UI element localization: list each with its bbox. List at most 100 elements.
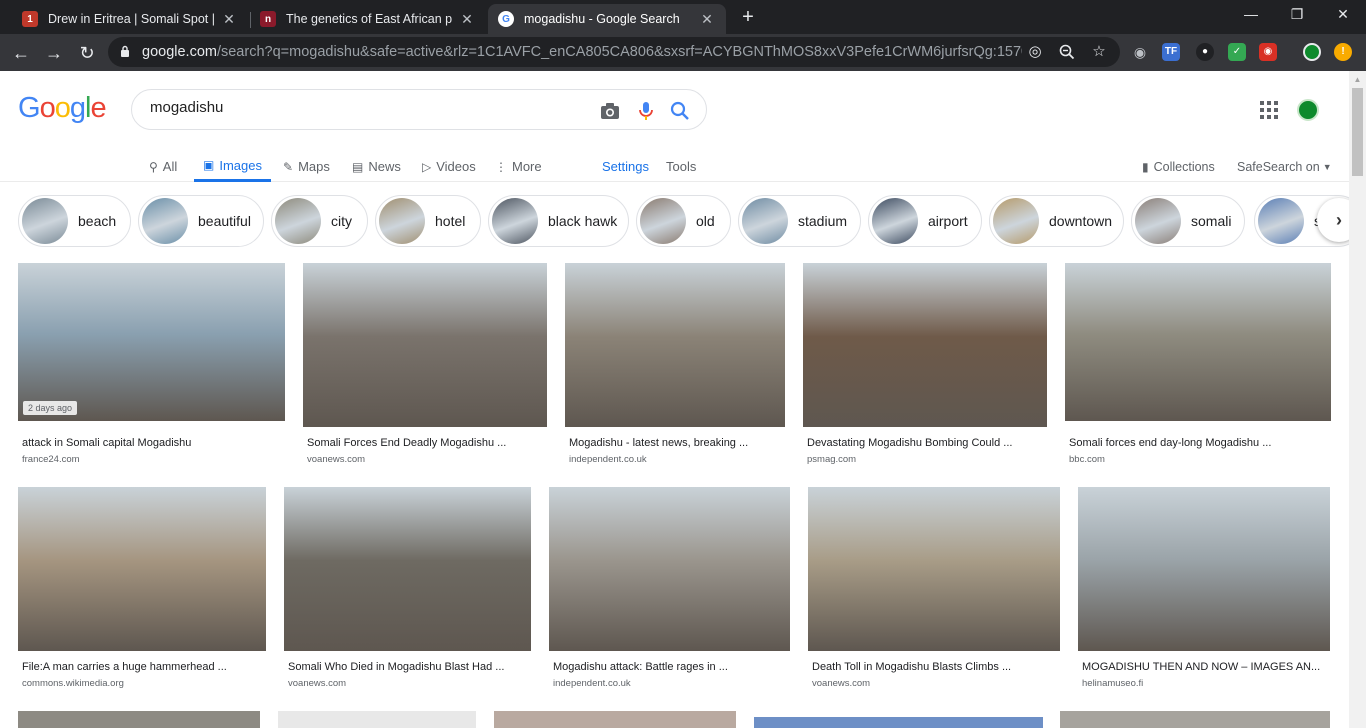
result-caption[interactable]: Mogadishu - latest news, breaking ... (569, 437, 781, 449)
result-thumbnail[interactable] (565, 263, 785, 427)
extension-ublock-icon[interactable]: ◉ (1259, 43, 1277, 61)
safesearch-label: SafeSearch on (1237, 159, 1320, 174)
search-icon[interactable] (669, 100, 691, 122)
chip-downtown[interactable]: downtown (989, 195, 1124, 247)
chip-beautiful[interactable]: beautiful (138, 195, 264, 247)
tab-favicon-icon: 1 (22, 11, 38, 27)
result-thumbnail[interactable] (18, 263, 285, 421)
back-arrow-icon[interactable]: ← (7, 39, 35, 67)
image-result[interactable]: 2 days ago attack in Somali capital Mogad… (18, 263, 285, 467)
result-thumbnail-partial[interactable] (18, 711, 260, 728)
result-caption[interactable]: Mogadishu attack: Battle rages in ... (553, 661, 786, 673)
chip-label: hotel (435, 213, 466, 229)
google-logo[interactable]: Google (18, 92, 107, 125)
collections-label: Collections (1153, 159, 1215, 174)
google-apps-icon[interactable] (1260, 101, 1278, 119)
tab-all[interactable]: ⚲ All (149, 151, 177, 182)
tab-images[interactable]: ▣ Images (194, 151, 271, 182)
tab-more[interactable]: ⋮ More (495, 151, 542, 182)
close-tab-icon[interactable]: ✕ (220, 11, 238, 28)
tab-maps[interactable]: ✎ Maps (283, 151, 330, 182)
result-thumbnail-partial[interactable] (278, 711, 476, 728)
profile-avatar-icon[interactable] (1303, 43, 1321, 61)
related-search-chips: beach beautiful city hotel black hawk old stad… (0, 195, 1366, 249)
close-window-button[interactable]: ✕ (1320, 0, 1366, 30)
result-thumbnail-partial[interactable] (494, 711, 736, 728)
minimize-window-button[interactable]: — (1228, 0, 1274, 30)
scroll-up-arrow-icon[interactable]: ▲ (1349, 71, 1366, 88)
result-caption[interactable]: File:A man carries a huge hammerhead ... (22, 661, 262, 673)
zoom-icon[interactable] (1058, 43, 1076, 61)
tab-tools[interactable]: Tools (666, 151, 696, 182)
result-thumbnail[interactable] (18, 487, 266, 651)
extension-bulb-icon[interactable]: ◉ (1131, 43, 1149, 61)
result-caption[interactable]: Somali Who Died in Mogadishu Blast Had .… (288, 661, 527, 673)
tab-settings[interactable]: Settings (602, 151, 649, 182)
tab-news[interactable]: ▤ News (352, 151, 401, 182)
location-target-icon[interactable]: ◎ (1026, 43, 1044, 61)
logo-letter: o (54, 92, 71, 124)
chip-beach[interactable]: beach (18, 195, 131, 247)
search-box[interactable] (131, 89, 707, 130)
chip-somali[interactable]: somali (1131, 195, 1245, 247)
safesearch-dropdown[interactable]: SafeSearch on ▼ (1237, 151, 1332, 182)
address-bar[interactable]: google.com/search?q=mogadishu&safe=activ… (108, 37, 1120, 67)
chip-old[interactable]: old (636, 195, 731, 247)
result-thumbnail[interactable] (303, 263, 547, 427)
scrollbar-thumb[interactable] (1352, 88, 1363, 176)
result-caption[interactable]: attack in Somali capital Mogadishu (22, 437, 281, 449)
result-thumbnail[interactable] (808, 487, 1060, 651)
result-caption[interactable]: Devastating Mogadishu Bombing Could ... (807, 437, 1043, 449)
reload-icon[interactable]: ↻ (73, 39, 101, 67)
logo-letter: o (39, 92, 56, 124)
image-result[interactable]: Death Toll in Mogadishu Blasts Climbs ..… (808, 487, 1060, 691)
chip-city[interactable]: city (271, 195, 368, 247)
result-thumbnail[interactable] (1078, 487, 1330, 651)
maximize-window-button[interactable]: ❐ (1274, 0, 1320, 30)
chip-black-hawk[interactable]: black hawk (488, 195, 629, 247)
result-caption[interactable]: MOGADISHU THEN AND NOW – IMAGES AN... (1082, 661, 1326, 673)
chip-stadium[interactable]: stadium (738, 195, 861, 247)
result-thumbnail[interactable] (284, 487, 531, 651)
image-result[interactable]: Devastating Mogadishu Bombing Could ... p… (803, 263, 1047, 467)
result-caption[interactable]: Somali Forces End Deadly Mogadishu ... (307, 437, 543, 449)
search-input[interactable] (150, 99, 590, 116)
tab-videos[interactable]: ▷ Videos (422, 151, 476, 182)
image-result[interactable]: Mogadishu attack: Battle rages in ... ind… (549, 487, 790, 691)
microphone-icon[interactable] (635, 100, 657, 122)
chip-airport[interactable]: airport (868, 195, 982, 247)
url-text[interactable]: google.com/search?q=mogadishu&safe=activ… (142, 44, 1022, 60)
camera-icon[interactable] (599, 100, 621, 122)
result-thumbnail[interactable] (549, 487, 790, 651)
extension-tf-icon[interactable]: TF (1162, 43, 1180, 61)
result-caption[interactable]: Somali forces end day-long Mogadishu ... (1069, 437, 1327, 449)
extension-camera-icon[interactable]: ● (1196, 43, 1214, 61)
chip-hotel[interactable]: hotel (375, 195, 481, 247)
collections-link[interactable]: ▮ Collections (1142, 151, 1215, 182)
image-result[interactable]: Somali forces end day-long Mogadishu ...… (1065, 263, 1331, 467)
close-tab-icon[interactable]: ✕ (458, 11, 476, 28)
browser-tab-genetics[interactable]: n The genetics of East African popu ✕ (250, 4, 486, 34)
tab-more-label: More (512, 159, 542, 174)
browser-tab-somali-spot[interactable]: 1 Drew in Eritrea | Somali Spot | For ✕ (12, 4, 248, 34)
extension-shield-icon[interactable]: ✓ (1228, 43, 1246, 61)
image-result[interactable]: File:A man carries a huge hammerhead ...… (18, 487, 266, 691)
new-tab-button[interactable]: + (737, 6, 759, 28)
result-thumbnail[interactable] (803, 263, 1047, 427)
search-type-tabs: ⚲ All ▣ Images ✎ Maps ▤ News ▷ Videos ⋮ More S… (0, 145, 1366, 182)
result-thumbnail[interactable] (1065, 263, 1331, 421)
image-result[interactable]: Somali Who Died in Mogadishu Blast Had .… (284, 487, 531, 691)
result-caption[interactable]: Death Toll in Mogadishu Blasts Climbs ..… (812, 661, 1056, 673)
update-alert-icon[interactable]: ! (1334, 43, 1352, 61)
image-result[interactable]: Mogadishu - latest news, breaking ... ind… (565, 263, 785, 467)
forward-arrow-icon[interactable]: → (40, 39, 68, 67)
bookmark-star-icon[interactable]: ☆ (1090, 43, 1108, 61)
browser-tab-google-search[interactable]: G mogadishu - Google Search ✕ (488, 4, 726, 34)
result-thumbnail-partial[interactable] (1060, 711, 1330, 728)
image-result[interactable]: Somali Forces End Deadly Mogadishu ... vo… (303, 263, 547, 467)
tab-title: The genetics of East African popu (286, 12, 452, 26)
result-thumbnail-partial[interactable] (754, 717, 1043, 728)
close-tab-icon[interactable]: ✕ (698, 11, 716, 28)
account-avatar[interactable] (1297, 99, 1319, 121)
image-result[interactable]: MOGADISHU THEN AND NOW – IMAGES AN... hel… (1078, 487, 1330, 691)
